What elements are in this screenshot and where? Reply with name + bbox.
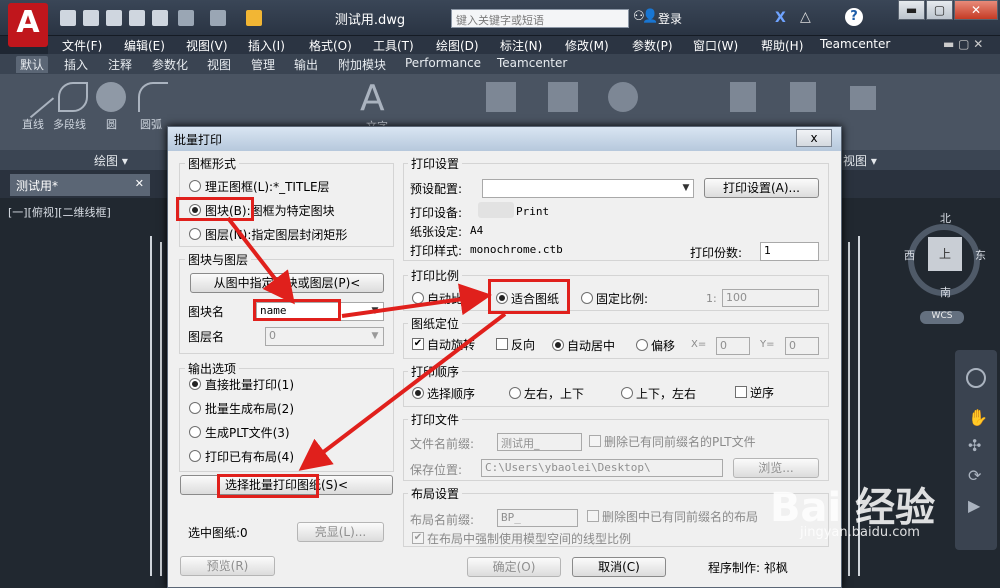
arrow-to-select-button [298, 312, 507, 471]
baidu-watermark-url: jingyan.baidu.com [800, 525, 920, 540]
arrow-to-fit-paper [341, 283, 492, 318]
arrow-to-block-name [226, 216, 295, 305]
